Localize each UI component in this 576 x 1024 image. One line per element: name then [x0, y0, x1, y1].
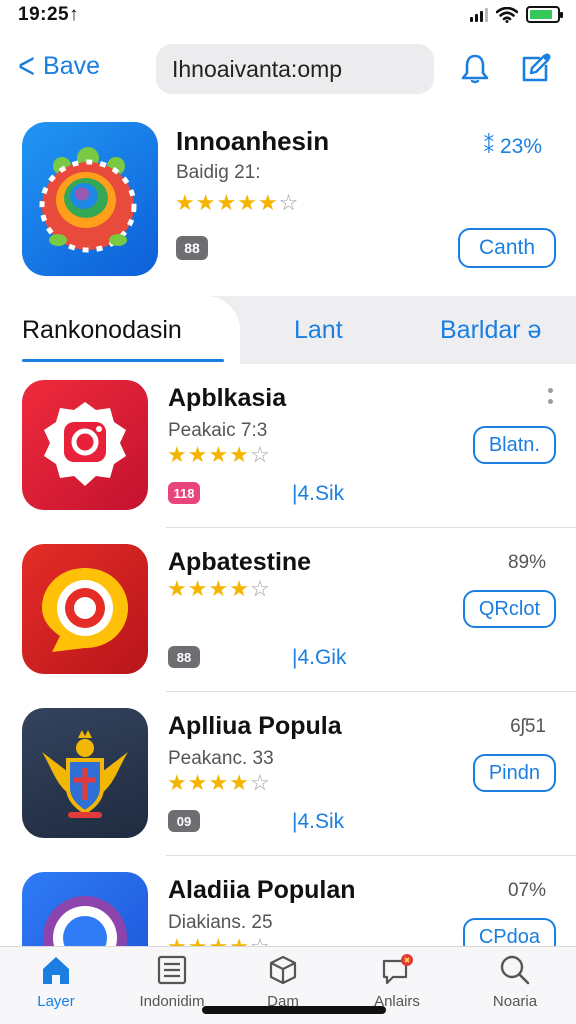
tabbar-item-messages[interactable]: Anlairs — [342, 953, 452, 1010]
star-empty-icon: ☆ — [249, 576, 271, 601]
wifi-icon — [496, 6, 518, 23]
star-filled-icon: ★ — [208, 442, 230, 467]
box-icon — [269, 955, 297, 985]
tabbar-label: Layer — [37, 993, 75, 1010]
star-filled-icon: ★ — [208, 576, 230, 601]
app-meta: 6ʃ51 — [510, 716, 546, 737]
chat-badge-icon — [382, 954, 413, 985]
star-filled-icon: ★ — [257, 190, 279, 215]
app-list: Apblkasia Peakaic 7:3 ★★★★☆ 118 |4.Sik B… — [0, 364, 576, 1020]
star-filled-icon: ★ — [229, 442, 250, 467]
tab-browse-label: Barldar ə — [440, 315, 542, 344]
tab-ranking-label: Rankonodasin — [22, 315, 182, 344]
featured-age-badge: 88 — [176, 236, 208, 260]
star-filled-icon: ★ — [167, 576, 188, 601]
tab-ranking[interactable]: Rankonodasin — [0, 296, 240, 364]
list-item[interactable]: Apblkasia Peakaic 7:3 ★★★★☆ 118 |4.Sik B… — [0, 364, 576, 528]
star-filled-icon: ★ — [229, 576, 250, 601]
list-icon — [157, 955, 187, 985]
star-filled-icon: ★ — [167, 770, 188, 795]
tabbar-label: Indonidim — [139, 993, 205, 1010]
tabbar-item-search[interactable]: Noaria — [460, 953, 570, 1010]
featured-app-icon[interactable] — [22, 122, 158, 276]
status-time: 19:25↑ — [18, 4, 80, 25]
battery-icon — [526, 6, 563, 23]
status-bar: 19:25↑ — [0, 0, 576, 34]
eagle-crest-icon — [22, 708, 148, 838]
age-badge: 118 — [168, 482, 200, 504]
more-options-icon[interactable] — [548, 388, 554, 404]
url-text: Ihnoaivanta:omp — [172, 55, 343, 82]
tabbar-item-home[interactable]: Layer — [1, 953, 111, 1010]
app-name: Aplliua Popula — [168, 712, 342, 740]
featured-app-title: Innoanhesin — [176, 126, 330, 156]
tabbar-item-box[interactable]: Dam — [228, 953, 338, 1010]
get-button[interactable]: Blatn. — [472, 426, 556, 464]
star-filled-icon: ★ — [229, 770, 250, 795]
star-empty-icon: ☆ — [249, 770, 271, 795]
star-filled-icon: ★ — [195, 190, 217, 215]
app-subtitle: Peakanc. 33 — [168, 748, 274, 769]
search-icon — [500, 955, 530, 985]
app-percent: 89% — [507, 552, 546, 573]
app-subtitle: Diakians. 25 — [168, 912, 273, 933]
nav-bar: < Bave Ihnoaivanta:omp — [0, 42, 576, 98]
star-filled-icon: ★ — [167, 442, 188, 467]
instagram-style-icon — [22, 380, 148, 510]
url-field[interactable]: Ihnoaivanta:omp — [156, 44, 434, 94]
star-filled-icon: ★ — [216, 190, 238, 215]
get-button[interactable]: QRclot — [462, 590, 556, 628]
tabbar-label: Noaria — [492, 993, 538, 1010]
home-indicator — [202, 1006, 386, 1014]
app-subtitle: Peakaic 7:3 — [168, 420, 268, 441]
download-count: |4.Sik — [292, 482, 345, 505]
star-filled-icon: ★ — [187, 576, 209, 601]
age-badge: 09 — [168, 810, 200, 832]
segment-tabs: Rankonodasin Lant Barldar ə — [0, 296, 576, 364]
star-empty-icon: ☆ — [278, 190, 300, 215]
featured-app-subtitle: Baidig 21: — [176, 162, 261, 183]
featured-rating-stars: ★★★★★☆ — [175, 190, 299, 216]
app-name: Apblkasia — [168, 384, 287, 412]
signal-icon — [470, 7, 488, 22]
app-percent: 07% — [507, 880, 546, 901]
tab-active-indicator — [22, 359, 224, 362]
featured-app: Innoanhesin Baidig 21: ★★★★★☆ 88 ⁑ 23% C… — [0, 122, 576, 282]
download-count: |4.Gik — [292, 646, 347, 669]
featured-percent: ⁑ 23% — [483, 135, 542, 158]
get-button[interactable]: Pindn — [472, 754, 556, 792]
featured-get-button[interactable]: Canth — [458, 228, 556, 268]
back-button[interactable]: < Bave — [16, 45, 101, 86]
compose-icon[interactable] — [518, 52, 552, 86]
status-icons — [470, 6, 563, 23]
back-label: Bave — [43, 51, 101, 80]
age-badge: 88 — [168, 646, 200, 668]
list-item[interactable]: Aplliua Popula Peakanc. 33 ★★★★☆ 09 |4.S… — [0, 692, 576, 856]
tabbar-item-list[interactable]: Indonidim — [117, 953, 227, 1010]
rating-stars: ★★★★☆ — [167, 770, 271, 796]
star-filled-icon: ★ — [237, 190, 258, 215]
tab-browse[interactable]: Barldar ə — [440, 296, 541, 364]
bell-icon[interactable] — [458, 52, 492, 86]
list-item[interactable]: Apbatestine ★★★★☆ 88 |4.Gik 89% QRclot — [0, 528, 576, 692]
download-count: |4.Sik — [292, 810, 345, 833]
tab-latest-label: Lant — [294, 315, 343, 344]
chevron-left-icon: < — [18, 45, 35, 86]
app-name: Aladiia Populan — [168, 876, 356, 904]
rating-stars: ★★★★☆ — [167, 576, 271, 602]
star-filled-icon: ★ — [187, 770, 209, 795]
rating-stars: ★★★★☆ — [167, 442, 271, 468]
star-empty-icon: ☆ — [249, 442, 271, 467]
app-name: Apbatestine — [168, 548, 312, 576]
star-filled-icon: ★ — [175, 190, 196, 215]
home-icon — [43, 957, 69, 984]
chat-bubble-camera-icon — [22, 544, 148, 674]
star-filled-icon: ★ — [208, 770, 230, 795]
star-filled-icon: ★ — [187, 442, 209, 467]
tab-latest[interactable]: Lant — [294, 296, 343, 364]
